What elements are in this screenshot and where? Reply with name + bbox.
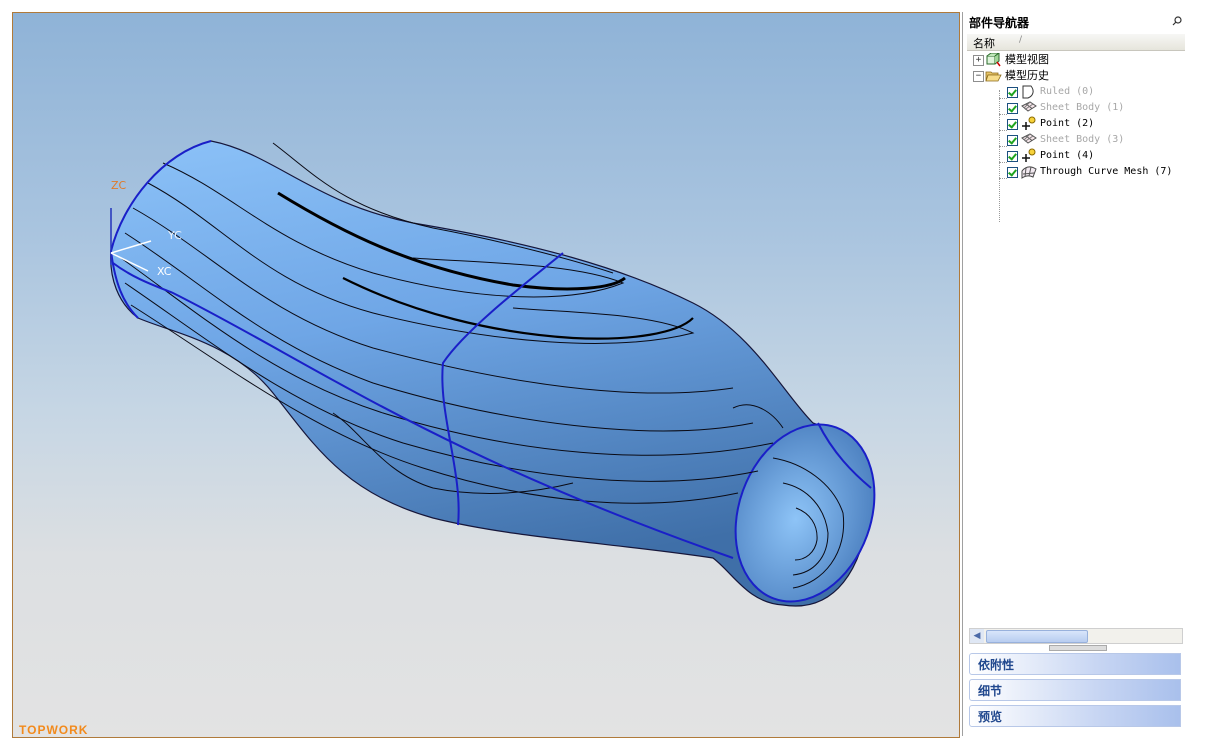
tree-node-through-curve-mesh[interactable]: Through Curve Mesh (7) bbox=[963, 164, 1187, 180]
tree-node-label: Through Curve Mesh (7) bbox=[1040, 166, 1173, 177]
sheet-body-icon bbox=[1021, 101, 1037, 112]
visibility-checkbox[interactable] bbox=[1007, 87, 1018, 98]
model-render bbox=[110, 140, 876, 607]
tree-node-label: Point (2) bbox=[1040, 118, 1095, 129]
axis-label-yc: YC bbox=[168, 229, 182, 242]
folder-open-icon bbox=[985, 71, 1002, 82]
sort-indicator: / bbox=[1019, 35, 1023, 45]
part-navigator: 部件导航器 名称 / + 模型视图 − 模型历史 Ruled (0) Sheet… bbox=[962, 12, 1187, 736]
watermark-logo: TOPWORK bbox=[19, 723, 89, 737]
navigator-tree: + 模型视图 − 模型历史 Ruled (0) Sheet Body (1) P… bbox=[963, 52, 1187, 632]
tree-node-label: Ruled (0) bbox=[1040, 86, 1095, 97]
tree-node-label: Point (4) bbox=[1040, 150, 1095, 161]
visibility-checkbox[interactable] bbox=[1007, 135, 1018, 146]
curve-mesh-icon bbox=[1021, 166, 1037, 179]
tree-node-label: Sheet Body (1) bbox=[1040, 102, 1125, 113]
sheet-body-icon bbox=[1021, 133, 1037, 144]
axis-label-zc: ZC bbox=[111, 179, 127, 192]
tree-node-model-history[interactable]: − 模型历史 bbox=[963, 68, 1187, 84]
tree-node-label: Sheet Body (3) bbox=[1040, 134, 1125, 145]
visibility-checkbox[interactable] bbox=[1007, 151, 1018, 162]
pin-icon[interactable] bbox=[1172, 15, 1183, 26]
panel-splitter[interactable] bbox=[1049, 645, 1107, 651]
model-views-icon bbox=[986, 53, 1001, 67]
expand-plus-icon[interactable]: + bbox=[973, 55, 984, 66]
navigator-title: 部件导航器 bbox=[969, 16, 1030, 30]
point-icon bbox=[1022, 116, 1036, 130]
ruled-surface-icon bbox=[1022, 85, 1034, 99]
tree-node-sheet-body-1[interactable]: Sheet Body (1) bbox=[963, 100, 1187, 116]
scroll-left-icon[interactable]: ◀ bbox=[970, 629, 984, 643]
graphics-viewport[interactable]: ZC YC XC TOPWORK bbox=[12, 12, 960, 738]
visibility-checkbox[interactable] bbox=[1007, 119, 1018, 130]
column-header-label: 名称 bbox=[973, 37, 995, 50]
tree-node-point-2[interactable]: Point (2) bbox=[963, 116, 1187, 132]
visibility-checkbox[interactable] bbox=[1007, 103, 1018, 114]
panel-dependencies[interactable]: 依附性 bbox=[969, 653, 1181, 675]
column-header-name[interactable]: 名称 / bbox=[967, 34, 1185, 51]
visibility-checkbox[interactable] bbox=[1007, 167, 1018, 178]
tree-node-point-4[interactable]: Point (4) bbox=[963, 148, 1187, 164]
axis-label-xc: XC bbox=[157, 265, 172, 278]
horizontal-scrollbar[interactable]: ◀ bbox=[969, 628, 1183, 644]
panel-preview[interactable]: 预览 bbox=[969, 705, 1181, 727]
panel-details[interactable]: 细节 bbox=[969, 679, 1181, 701]
tree-node-label: 模型视图 bbox=[1005, 53, 1049, 66]
tree-node-ruled[interactable]: Ruled (0) bbox=[963, 84, 1187, 100]
tree-node-sheet-body-3[interactable]: Sheet Body (3) bbox=[963, 132, 1187, 148]
scrollbar-thumb[interactable] bbox=[986, 630, 1088, 643]
app-window: ZC YC XC TOPWORK 部件导航器 名称 / + 模型视图 − 模型历… bbox=[0, 0, 1208, 751]
tree-node-label: 模型历史 bbox=[1005, 69, 1049, 82]
tree-node-model-views[interactable]: + 模型视图 bbox=[963, 52, 1187, 68]
point-icon bbox=[1022, 148, 1036, 162]
collapse-minus-icon[interactable]: − bbox=[973, 71, 984, 82]
